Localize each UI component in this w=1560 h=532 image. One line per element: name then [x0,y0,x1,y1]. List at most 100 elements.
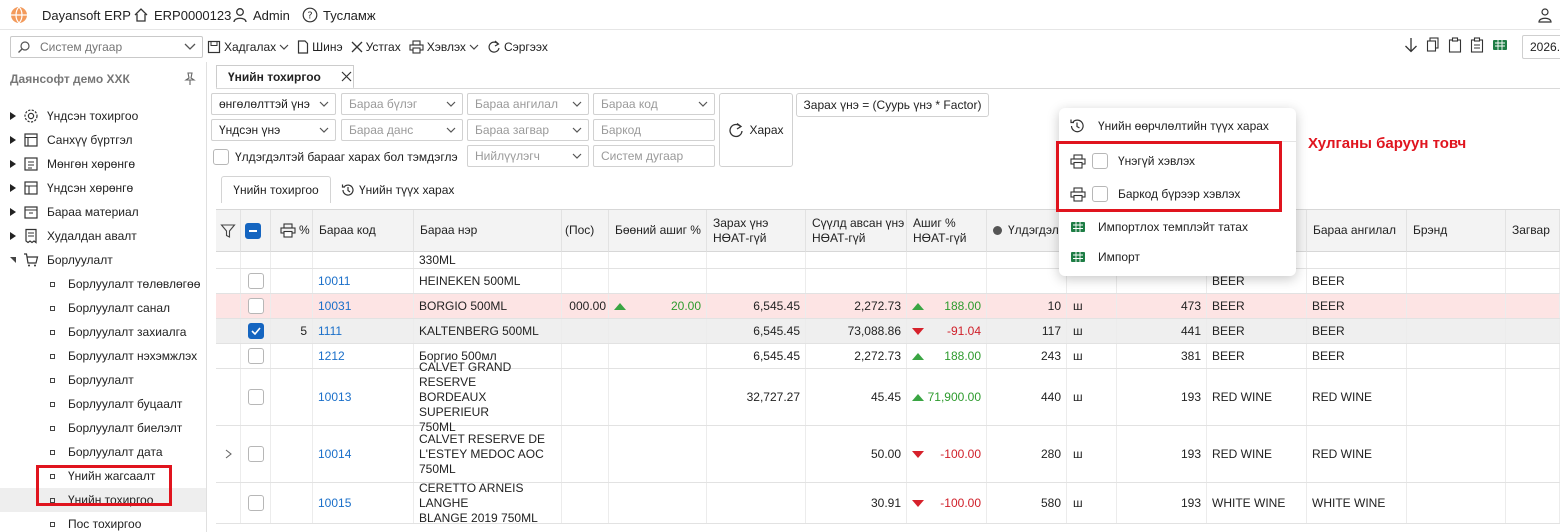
price-type-select[interactable]: өнгөлөлттэй үнэ [211,93,336,115]
new-button[interactable]: Шинэ [297,40,343,54]
product-code: 10014 [318,446,352,461]
profit-col-header-cell[interactable]: Ашиг % НӨАТ-гүй [907,210,987,252]
expand-right-icon[interactable] [9,111,17,121]
price-grid: % Бараа код Бараа нэр (Пос) Бөөний ашиг % Зар… [216,209,1560,532]
quantity: 381 [1180,348,1201,363]
product-model-select[interactable]: Бараа загвар [467,119,589,141]
table-row[interactable]: 10015 CERETTO ARNEIS LANGHE BLANGE 2019 75… [216,481,1560,525]
barcode-input[interactable]: Баркод [593,119,715,141]
sidebar-subitem-7[interactable]: Борлуулалт дата [0,440,206,464]
expand-row-icon[interactable] [225,449,232,459]
sidebar-subitem-6[interactable]: Борлуулалт биелэлт [0,416,206,440]
table-row[interactable]: 330ML [216,252,1560,269]
pos-col-header-cell[interactable]: (Пос) [562,210,609,252]
sidebar-subitem-5[interactable]: Борлуулалт буцаалт [0,392,206,416]
expand-right-icon[interactable] [9,159,17,169]
system-number-search[interactable] [10,36,203,58]
system-number-input[interactable]: Систем дугаар [593,145,715,167]
close-icon[interactable] [341,71,352,82]
copy-icon[interactable] [1426,37,1440,53]
subtab-price-settings[interactable]: Үнийн тохиргоо [221,176,331,203]
base-price-select[interactable]: Үндсэн үнэ [211,119,336,141]
filter-col-header-cell[interactable] [216,210,241,252]
pin-icon[interactable] [183,72,197,86]
category-col-header-cell[interactable]: Бараа ангилал [1307,210,1407,252]
pct-col-header-cell[interactable]: % [271,210,313,252]
save-button[interactable]: Хадгалах [207,40,289,54]
company-code-button[interactable]: ERP0000123 [133,0,231,30]
code-col-header-cell[interactable]: Бараа код [313,210,414,252]
sidebar-item-4[interactable]: Бараа материал [0,200,206,224]
product-code-select[interactable]: Бараа код [593,93,715,115]
model-col-header-cell[interactable]: Загвар [1506,210,1560,252]
stock-only-checkbox-box[interactable] [213,149,229,165]
sidebar-subitem-2[interactable]: Борлуулалт захиалга [0,320,206,344]
row-checkbox[interactable] [247,348,264,364]
search-input[interactable] [40,40,180,54]
sidebar-subitem-3[interactable]: Борлуулалт нэхэмжлэх [0,344,206,368]
table-row[interactable]: 10014 CALVET RESERVE DE L'ESTEY MEDOC AOC 7… [216,426,1560,483]
sidebar-item-1[interactable]: Санхүү бүртгэл [0,128,206,152]
stock-only-checkbox[interactable]: Үлдэгдэлтэй барааг харах бол тэмдэглэ [213,147,458,167]
row-checkbox[interactable] [247,273,264,289]
table-row[interactable]: 10031 BORGIO 500ML 000.00 20.00 6,545.45 2,27… [216,294,1560,319]
row-checkbox[interactable] [247,323,264,339]
sidebar-subitem-4[interactable]: Борлуулалт [0,368,206,392]
code-col-cell [313,252,414,268]
sidebar-subitem-0[interactable]: Борлуулалт төлөвлөгөө [0,272,206,296]
excel-icon[interactable] [1492,37,1508,53]
table-row[interactable]: 5 1111 KALTENBERG 500ML 6,545.45 73,088.86 -9… [216,319,1560,344]
delete-button[interactable]: Устгах [351,40,401,54]
row-checkbox[interactable] [247,298,264,314]
select-all-col-header-cell[interactable] [241,210,271,252]
product-group-select[interactable]: Бараа бүлэг [341,93,463,115]
last-col-header-cell[interactable]: Сүүлд авсан үнэ НӨАТ-гүй [806,210,907,252]
sidebar-item-6[interactable]: Борлуулалт [0,248,206,272]
name-col-header-cell[interactable]: Бараа нэр [414,210,562,252]
user-button[interactable]: Admin [232,0,290,30]
product-category-select[interactable]: Бараа ангилал [467,93,589,115]
brand-col-header-cell[interactable]: Брэнд [1407,210,1506,252]
select-all-checkbox[interactable] [245,222,261,239]
date-field[interactable]: 2026. [1522,35,1560,59]
sidebar-item-2[interactable]: Мөнгөн хөрөнгө [0,152,206,176]
table-row[interactable]: 10011 HEINEKEN 500ML BEER BEER [216,269,1560,294]
expand-right-icon[interactable] [9,183,17,193]
sidebar-item-0[interactable]: Үндсэн тохиргоо [0,104,206,128]
product-account-select[interactable]: Бараа данс [341,119,463,141]
stock-col-header-cell[interactable]: Үлдэгдэл [987,210,1067,252]
sidebar-item-5[interactable]: Худалдан авалт [0,224,206,248]
sidebar-subitem-10[interactable]: Пос тохиргоо [0,512,206,532]
menu-item-price-history[interactable]: Үнийн өөрчлөлтийн түүх харах [1059,111,1296,141]
download-arrow-icon[interactable] [1404,37,1418,53]
menu-item-import[interactable]: Импорт [1059,242,1296,272]
row-checkbox[interactable] [247,495,264,511]
sale-col-header-cell[interactable]: Зарах үнэ НӨАТ-гүй [707,210,806,252]
row-checkbox[interactable] [247,389,264,405]
tab-price-settings[interactable]: Үнийн тохиргоо [216,65,354,89]
help-button[interactable]: ? Тусламж [302,0,376,30]
sidebar-item-3[interactable]: Үндсэн хөрөнгө [0,176,206,200]
table-row[interactable]: 10013 CALVET GRAND RESERVE BORDEAUX SUPERI… [216,360,1560,434]
print-button[interactable]: Хэвлэх [409,40,479,54]
profit-header: Ашиг % [913,215,956,230]
row-checkbox[interactable] [247,446,264,462]
subtab-price-history[interactable]: Үнийн түүх харах [341,176,454,203]
expand-right-icon[interactable] [9,207,17,217]
view-button[interactable]: Харах [719,93,793,167]
sale-price: 6,545.45 [753,323,800,338]
menu-item-import-template[interactable]: Импортлох темплэйт татах [1059,212,1296,242]
expand-right-icon[interactable] [9,135,17,145]
supplier-select[interactable]: Нийлүүлэгч [467,145,589,167]
sidebar-subitem-1[interactable]: Борлуулалт санал [0,296,206,320]
clipboard-icon[interactable] [1470,37,1484,53]
expand-right-icon[interactable] [9,231,17,241]
filter-icon[interactable] [220,223,236,239]
wholesale-col-header-cell[interactable]: Бөөний ашиг % [609,210,707,252]
price-formula-button[interactable]: Зарах үнэ = (Суурь үнэ * Factor) [796,93,989,117]
expand-down-icon[interactable] [9,255,17,265]
table-row[interactable]: 1212 Боргио 500мл 6,545.45 2,272.73 188.00 24… [216,344,1560,369]
profile-button[interactable] [1537,0,1553,30]
paste-icon[interactable] [1448,37,1462,53]
refresh-button[interactable]: Сэргээх [487,40,548,54]
